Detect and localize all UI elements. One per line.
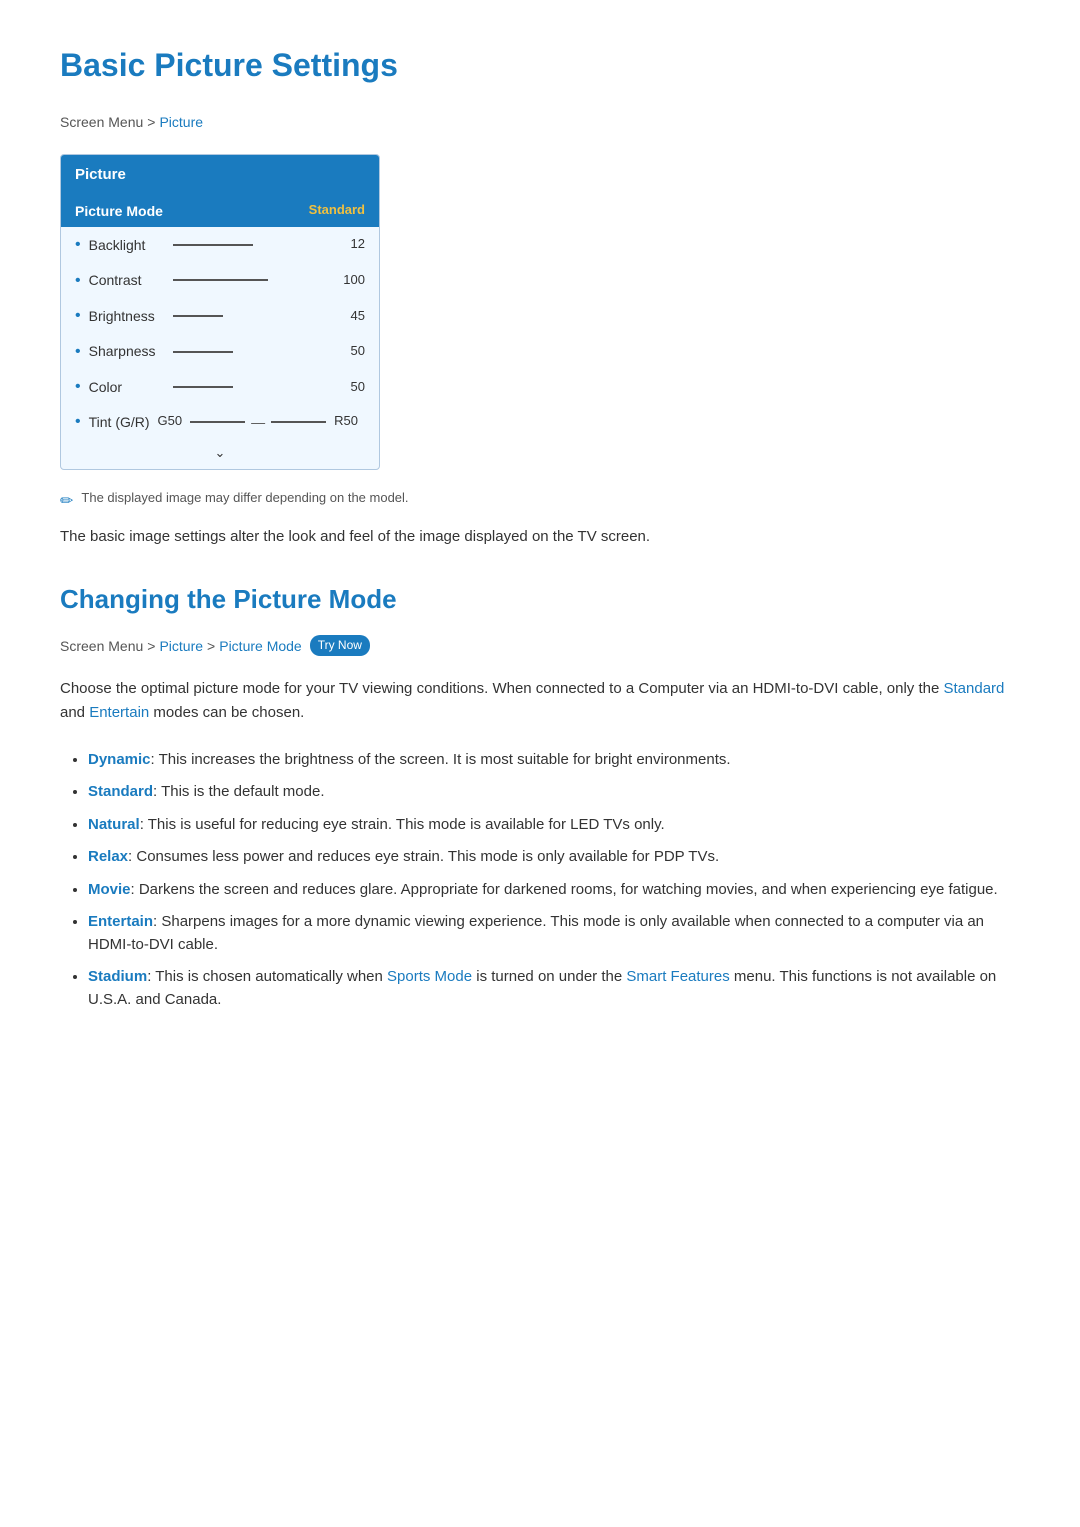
contrast-value: 100	[335, 270, 365, 291]
menu-row-color[interactable]: • Color 50	[61, 369, 379, 405]
bullet-icon: •	[75, 339, 81, 365]
list-item-natural: Natural: This is useful for reducing eye…	[88, 814, 1020, 837]
tint-r50-value: R50	[334, 411, 358, 432]
menu-row-tint[interactable]: • Tint (G/R) G50 — R50	[61, 405, 379, 439]
pencil-icon: ✏	[60, 489, 73, 515]
body-text-basic: The basic image settings alter the look …	[60, 525, 1020, 549]
breadcrumb2-link-picture-mode[interactable]: Picture Mode	[219, 635, 301, 657]
sports-mode-link: Sports Mode	[387, 968, 472, 985]
smart-features-link: Smart Features	[626, 968, 729, 985]
mode-desc-entertain: : Sharpens images for a more dynamic vie…	[88, 913, 984, 953]
chevron-down: ⌄	[61, 439, 379, 470]
mode-name-dynamic: Dynamic	[88, 751, 151, 768]
picture-mode-label: Picture Mode	[75, 200, 309, 222]
slider-line	[173, 315, 223, 317]
contrast-slider	[173, 279, 327, 281]
mode-name-natural: Natural	[88, 816, 140, 833]
tint-slider	[190, 421, 245, 423]
backlight-slider	[173, 244, 327, 246]
mode-name-relax: Relax	[88, 848, 128, 865]
brightness-slider	[173, 315, 327, 317]
bullet-icon: •	[75, 374, 81, 400]
list-item-relax: Relax: Consumes less power and reduces e…	[88, 846, 1020, 869]
mode-desc-movie: : Darkens the screen and reduces glare. …	[131, 881, 998, 898]
breadcrumb-separator1: >	[147, 111, 155, 133]
modes-list: Dynamic: This increases the brightness o…	[60, 749, 1020, 1012]
tint-dash: —	[251, 411, 265, 433]
slider-line	[173, 244, 253, 246]
color-value: 50	[335, 377, 365, 398]
contrast-label: Contrast	[89, 269, 166, 291]
mode-name-stadium: Stadium	[88, 968, 147, 985]
tint-g50-value: G50	[158, 411, 183, 432]
section2-intro: Choose the optimal picture mode for your…	[60, 677, 1020, 725]
intro-link-entertain: Entertain	[89, 704, 149, 721]
slider-line	[173, 279, 268, 281]
slider-line	[173, 351, 233, 353]
menu-row-brightness[interactable]: • Brightness 45	[61, 298, 379, 334]
page-title: Basic Picture Settings	[60, 40, 1020, 91]
list-item-stadium: Stadium: This is chosen automatically wh…	[88, 966, 1020, 1011]
breadcrumb2-screenmenu: Screen Menu	[60, 635, 143, 657]
breadcrumb-section2: Screen Menu > Picture > Picture Mode Try…	[60, 635, 1020, 657]
tint-label: Tint (G/R)	[89, 411, 150, 433]
slider-line	[173, 386, 233, 388]
breadcrumb-section1: Screen Menu > Picture	[60, 111, 1020, 133]
mode-desc-natural: : This is useful for reducing eye strain…	[140, 816, 665, 833]
color-label: Color	[89, 376, 166, 398]
note-text: The displayed image may differ depending…	[81, 488, 408, 509]
breadcrumb2-link-picture[interactable]: Picture	[159, 635, 203, 657]
picture-mode-value: Standard	[309, 200, 365, 221]
try-now-badge[interactable]: Try Now	[310, 635, 370, 656]
section2-title: Changing the Picture Mode	[60, 579, 1020, 621]
menu-row-backlight[interactable]: • Backlight 12	[61, 227, 379, 263]
sharpness-slider	[173, 351, 327, 353]
breadcrumb-link-picture[interactable]: Picture	[159, 111, 203, 133]
bullet-icon: •	[75, 268, 81, 294]
backlight-value: 12	[335, 234, 365, 255]
list-item-movie: Movie: Darkens the screen and reduces gl…	[88, 879, 1020, 902]
bullet-icon: •	[75, 303, 81, 329]
mode-desc-dynamic: : This increases the brightness of the s…	[151, 751, 731, 768]
sharpness-label: Sharpness	[89, 340, 166, 362]
menu-header: Picture	[61, 155, 379, 195]
intro-link-standard: Standard	[944, 680, 1005, 697]
sharpness-value: 50	[335, 341, 365, 362]
bullet-icon: •	[75, 232, 81, 258]
note-section: ✏ The displayed image may differ dependi…	[60, 488, 1020, 515]
mode-name-standard: Standard	[88, 783, 153, 800]
menu-row-sharpness[interactable]: • Sharpness 50	[61, 334, 379, 370]
breadcrumb2-separator2: >	[207, 635, 215, 657]
bullet-icon: •	[75, 409, 81, 435]
mode-desc-relax: : Consumes less power and reduces eye st…	[128, 848, 719, 865]
color-slider	[173, 386, 327, 388]
menu-row-contrast[interactable]: • Contrast 100	[61, 263, 379, 299]
tint-slider-right	[271, 421, 326, 423]
mode-name-entertain: Entertain	[88, 913, 153, 930]
breadcrumb-screenmenu: Screen Menu	[60, 111, 143, 133]
list-item-entertain: Entertain: Sharpens images for a more dy…	[88, 911, 1020, 956]
mode-name-movie: Movie	[88, 881, 131, 898]
mode-desc-standard: : This is the default mode.	[153, 783, 324, 800]
list-item-standard: Standard: This is the default mode.	[88, 781, 1020, 804]
menu-row-picture-mode[interactable]: Picture Mode Standard	[61, 195, 379, 227]
picture-menu-box: Picture Picture Mode Standard • Backligh…	[60, 154, 380, 471]
brightness-value: 45	[335, 306, 365, 327]
backlight-label: Backlight	[89, 234, 166, 256]
brightness-label: Brightness	[89, 305, 166, 327]
list-item-dynamic: Dynamic: This increases the brightness o…	[88, 749, 1020, 772]
breadcrumb2-separator1: >	[147, 635, 155, 657]
